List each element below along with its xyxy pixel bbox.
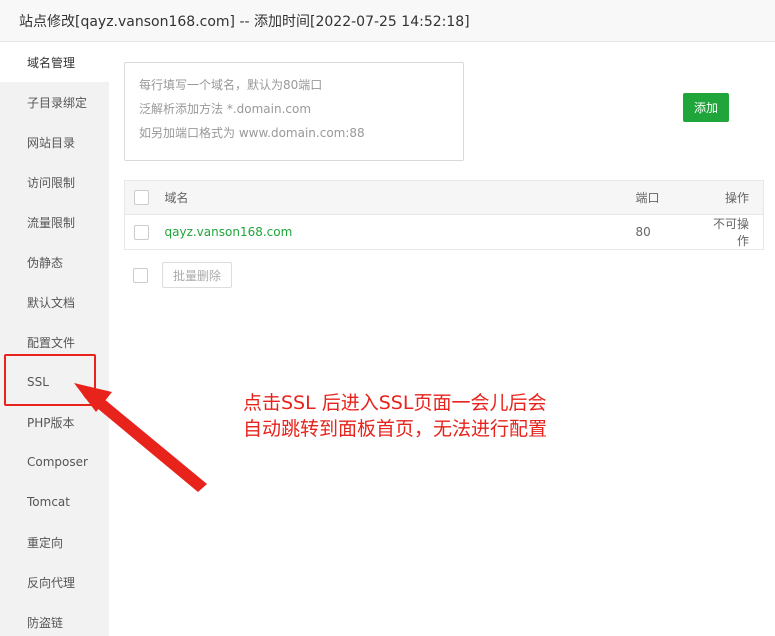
row-checkbox-cell (124, 214, 159, 250)
sidebar-item-composer[interactable]: Composer (0, 442, 109, 482)
sidebar-item-label: 访问限制 (27, 175, 76, 190)
sidebar-item-access-restriction[interactable]: 访问限制 (0, 162, 109, 202)
main-panel: 添加 域名 端口 操作 qayz.vanson168.com 80 不可操作 批… (109, 42, 775, 636)
bulk-delete-button[interactable]: 批量删除 (162, 262, 232, 288)
sidebar-item-label: PHP版本 (27, 415, 75, 430)
sidebar-item-tomcat[interactable]: Tomcat (0, 482, 109, 522)
sidebar-item-label: 流量限制 (27, 215, 76, 230)
sidebar-item-label: Tomcat (27, 495, 70, 509)
sidebar-item-domain-management[interactable]: 域名管理 (0, 42, 109, 82)
header-domain: 域名 (158, 180, 636, 215)
bulk-select-checkbox[interactable] (133, 267, 148, 283)
operation-cell: 不可操作 (705, 214, 764, 250)
sidebar-item-label: 反向代理 (27, 575, 76, 590)
annotation-line: 点击SSL 后进入SSL页面一会儿后会 (243, 392, 547, 414)
domain-link[interactable]: qayz.vanson168.com (165, 225, 293, 239)
sidebar-item-default-document[interactable]: 默认文档 (0, 282, 109, 322)
sidebar-item-site-directory[interactable]: 网站目录 (0, 122, 109, 162)
sidebar-item-label: 重定向 (27, 535, 64, 550)
header-operation: 操作 (705, 180, 764, 215)
sidebar-item-label: 伪静态 (27, 255, 64, 270)
sidebar-item-reverse-proxy[interactable]: 反向代理 (0, 562, 109, 602)
window-titlebar: 站点修改[qayz.vanson168.com] -- 添加时间[2022-07… (0, 0, 775, 42)
table-row: qayz.vanson168.com 80 不可操作 (124, 214, 764, 250)
sidebar-item-php-version[interactable]: PHP版本 (0, 402, 109, 442)
sidebar-item-config-file[interactable]: 配置文件 (0, 322, 109, 362)
row-checkbox[interactable] (134, 224, 150, 240)
header-port: 端口 (635, 180, 706, 215)
sidebar-item-label: 网站目录 (27, 135, 76, 150)
annotation-text: 点击SSL 后进入SSL页面一会儿后会 自动跳转到面板首页，无法进行配置 (243, 390, 603, 442)
domain-table: 域名 端口 操作 qayz.vanson168.com 80 不可操作 (124, 180, 764, 250)
sidebar-item-redirect[interactable]: 重定向 (0, 522, 109, 562)
domain-cell: qayz.vanson168.com (158, 214, 636, 250)
table-header-row: 域名 端口 操作 (124, 180, 764, 215)
sidebar-item-rewrite[interactable]: 伪静态 (0, 242, 109, 282)
add-domain-button[interactable]: 添加 (683, 93, 729, 122)
sidebar-item-traffic-limit[interactable]: 流量限制 (0, 202, 109, 242)
sidebar-item-label: 默认文档 (27, 295, 76, 310)
bulk-actions: 批量删除 (133, 262, 232, 288)
sidebar-item-hotlink-protection[interactable]: 防盗链 (0, 602, 109, 636)
header-checkbox-cell (124, 180, 159, 215)
domain-input[interactable] (124, 62, 464, 161)
sidebar-item-subdirectory-binding[interactable]: 子目录绑定 (0, 82, 109, 122)
sidebar-item-label: SSL (27, 375, 49, 389)
select-all-checkbox[interactable] (134, 190, 150, 205)
sidebar-item-ssl[interactable]: SSL (0, 362, 109, 402)
sidebar: 域名管理 子目录绑定 网站目录 访问限制 流量限制 伪静态 默认文档 配置文件 … (0, 42, 109, 636)
sidebar-item-label: 防盗链 (27, 615, 64, 630)
window-title: 站点修改[qayz.vanson168.com] -- 添加时间[2022-07… (19, 13, 470, 30)
sidebar-item-label: 域名管理 (27, 55, 76, 70)
sidebar-item-label: 配置文件 (27, 335, 76, 350)
sidebar-item-label: 子目录绑定 (27, 95, 88, 110)
port-cell: 80 (635, 214, 706, 250)
annotation-line: 自动跳转到面板首页，无法进行配置 (243, 418, 548, 440)
sidebar-item-label: Composer (27, 455, 88, 469)
